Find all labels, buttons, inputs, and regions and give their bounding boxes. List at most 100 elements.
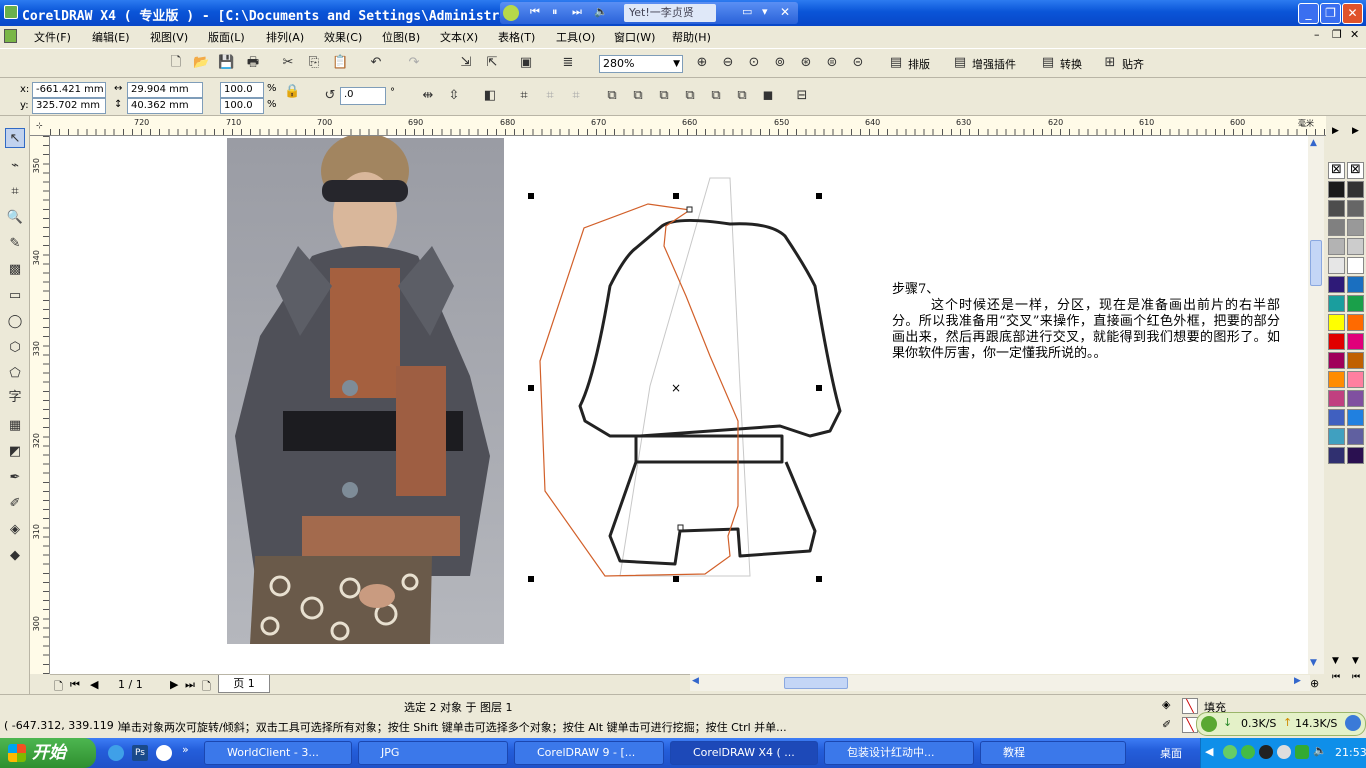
table-tool-icon[interactable]: ▦	[5, 416, 25, 436]
outline-tool-icon[interactable]: ✐	[5, 494, 25, 514]
last-page-icon[interactable]: ⏭	[185, 678, 195, 692]
print-icon[interactable]: 🖶	[245, 55, 261, 71]
width-field[interactable]: 29.904 mm	[127, 82, 203, 98]
color-swatch[interactable]	[1328, 238, 1345, 255]
color-swatch[interactable]	[1347, 314, 1364, 331]
mirror-vertical-icon[interactable]: ⇳	[446, 88, 462, 104]
music-icon[interactable]	[503, 5, 519, 21]
zoom-selected-icon[interactable]: ⊙	[746, 55, 762, 71]
node-handle[interactable]	[677, 524, 684, 531]
vertical-scrollbar[interactable]: ▲ ▼	[1308, 136, 1324, 674]
welcome-screen-icon[interactable]: ≣	[560, 55, 576, 71]
scroll-right-icon[interactable]: ▶	[1294, 676, 1301, 686]
group-icon[interactable]: ⌗	[516, 88, 532, 104]
basic-shapes-tool-icon[interactable]: ⬠	[5, 364, 25, 384]
prev-page-icon[interactable]: ◀	[90, 678, 98, 691]
zoom-width-icon[interactable]: ⊜	[824, 55, 840, 71]
selection-center-icon[interactable]: ×	[671, 381, 681, 395]
color-swatch[interactable]	[1328, 447, 1345, 464]
zoom-out-icon[interactable]: ⊖	[720, 55, 736, 71]
interactive-fill-tool-icon[interactable]: ◆	[5, 546, 25, 566]
color-swatch[interactable]	[1328, 333, 1345, 350]
color-swatch[interactable]	[1347, 390, 1364, 407]
color-swatch[interactable]	[1328, 200, 1345, 217]
rectangle-tool-icon[interactable]: ▭	[5, 286, 25, 306]
task-package-design[interactable]: 包装设计红动中...	[824, 741, 974, 765]
text-tool-icon[interactable]: 字	[5, 388, 25, 408]
task-jpg-folder[interactable]: JPG	[358, 741, 508, 765]
page-tab[interactable]: 页 1	[218, 675, 270, 693]
doc-close-button[interactable]: ✕	[1350, 28, 1359, 41]
ruler-corner-icon[interactable]: ⊹	[36, 121, 43, 130]
zoom-level-select[interactable]: 280% ▼	[599, 55, 683, 73]
tray-app-icon[interactable]	[1223, 745, 1237, 759]
polygon-tool-icon[interactable]: ⬡	[5, 338, 25, 358]
enhance-plugin-button[interactable]: 增强插件	[972, 56, 1016, 72]
smart-fill-tool-icon[interactable]: ▩	[5, 260, 25, 280]
doc-minimize-button[interactable]: –	[1314, 28, 1320, 41]
shape-tool-icon[interactable]: ⌁	[5, 156, 25, 176]
freehand-tool-icon[interactable]: ✎	[5, 234, 25, 254]
copy-icon[interactable]: ⎘	[306, 55, 322, 71]
close-button[interactable]: ✕	[1342, 3, 1363, 24]
minimize-button[interactable]: _	[1298, 3, 1319, 24]
fill-none-swatch[interactable]: ╲	[1182, 698, 1198, 714]
color-swatch[interactable]	[1328, 181, 1345, 198]
next-page-icon[interactable]: ▶	[170, 678, 178, 691]
minimize-player-icon[interactable]: ▭	[742, 5, 752, 18]
open-icon[interactable]: 📂	[193, 55, 209, 71]
collapse-player-icon[interactable]: ▾	[762, 5, 768, 18]
quicklaunch-ie-icon[interactable]	[108, 745, 124, 761]
tray-volume-icon[interactable]: 🔈	[1313, 744, 1327, 757]
drawing-canvas[interactable]: × 步骤7、 这个时候还是一样，分区，现在是准备画出前片的右半部分。所以我准备用…	[50, 136, 1308, 674]
step-note[interactable]: 步骤7、 这个时候还是一样，分区，现在是准备画出前片的右半部分。所以我准备用“交…	[892, 282, 1280, 362]
paste-icon[interactable]: 📋	[332, 55, 348, 71]
ungroup-icon[interactable]: ⌗	[542, 88, 558, 104]
vertical-ruler[interactable]: 350 340 330 320 310 300	[30, 136, 50, 674]
close-player-icon[interactable]: ✕	[780, 5, 790, 19]
doc-restore-button[interactable]: ❐	[1332, 28, 1342, 41]
garment-outline-drawing[interactable]	[578, 218, 842, 566]
navigator-icon[interactable]: ⊕	[1310, 677, 1319, 690]
no-color-swatch[interactable]: ⊠	[1328, 162, 1345, 179]
convert-plugin-button[interactable]: 转换	[1060, 56, 1082, 72]
cut-icon[interactable]: ✂	[280, 55, 296, 71]
align-distribute-icon[interactable]: ⊟	[794, 88, 810, 104]
application-launcher-icon[interactable]: ▣	[518, 55, 534, 71]
scroll-down-icon[interactable]: ▼	[1310, 658, 1317, 668]
zoom-height-icon[interactable]: ⊝	[850, 55, 866, 71]
menu-layout[interactable]: 版面(L)	[208, 29, 245, 45]
no-color-swatch[interactable]: ⊠	[1347, 162, 1364, 179]
task-coreldrawx4[interactable]: CorelDRAW X4 ( ...	[670, 741, 818, 765]
color-swatch[interactable]	[1347, 409, 1364, 426]
quicklaunch-photoshop-icon[interactable]: Ps	[132, 745, 148, 761]
redo-icon[interactable]: ↷	[406, 55, 422, 71]
intersect-icon[interactable]: ⧉	[656, 88, 672, 104]
color-swatch[interactable]	[1328, 352, 1345, 369]
palette-scroll-right-icon[interactable]: ▶	[1332, 126, 1339, 136]
horizontal-ruler[interactable]: ⊹ 720 710 700 690 680 670 660 650 640 63…	[30, 116, 1326, 136]
palette-expand-icon[interactable]: ⏮	[1332, 672, 1340, 682]
simplify-icon[interactable]: ⧉	[682, 88, 698, 104]
scroll-left-icon[interactable]: ◀	[692, 676, 699, 686]
menu-view[interactable]: 视图(V)	[150, 29, 188, 45]
pick-tool-icon[interactable]: ↖	[5, 128, 25, 148]
color-swatch[interactable]	[1328, 371, 1345, 388]
palette-scroll-down-icon[interactable]: ▼	[1352, 656, 1359, 666]
x-position-field[interactable]: -661.421 mm	[32, 82, 106, 98]
red-intersect-frame[interactable]	[539, 203, 739, 577]
color-swatch[interactable]	[1347, 200, 1364, 217]
color-swatch[interactable]	[1328, 314, 1345, 331]
task-coreldraw9[interactable]: CorelDRAW 9 - [...	[514, 741, 664, 765]
task-tutorial-folder[interactable]: 教程	[980, 741, 1126, 765]
color-swatch[interactable]	[1347, 371, 1364, 388]
rotation-field[interactable]: .0	[340, 87, 386, 105]
fashion-photo[interactable]	[227, 136, 504, 644]
quicklaunch-more-icon[interactable]: »	[182, 743, 189, 756]
menu-tools[interactable]: 工具(O)	[556, 29, 595, 45]
prev-track-icon[interactable]: ⏮	[530, 5, 540, 19]
color-swatch[interactable]	[1328, 276, 1345, 293]
color-swatch[interactable]	[1328, 428, 1345, 445]
to-front-icon[interactable]: ◧	[482, 88, 498, 104]
palette-scroll-down-icon[interactable]: ▼	[1332, 656, 1339, 666]
